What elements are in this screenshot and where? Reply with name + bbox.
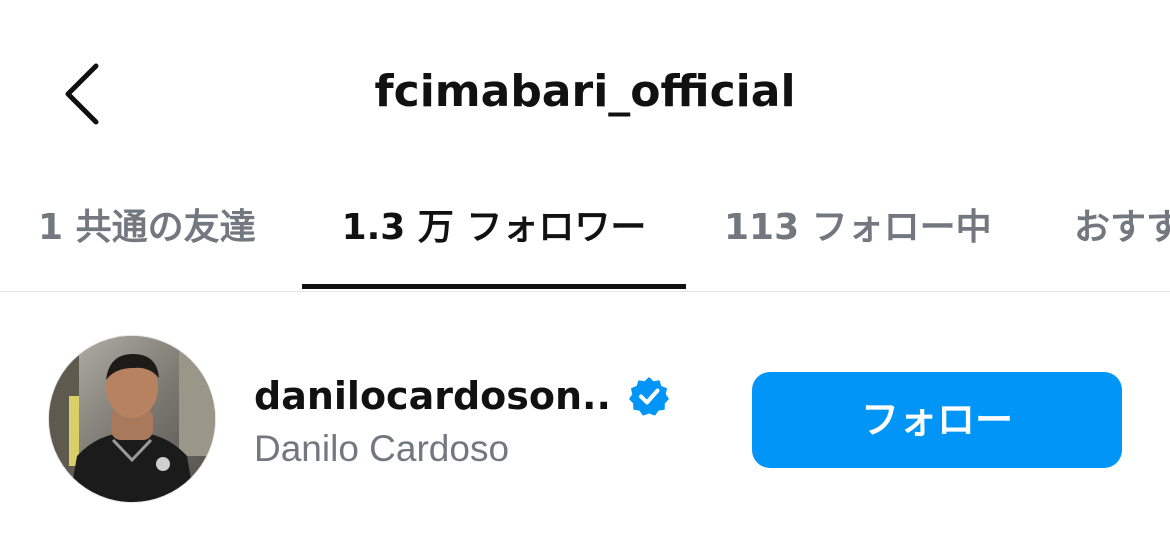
verified-badge-icon (629, 377, 669, 416)
top-bar: fcimabari_official (0, 0, 1170, 190)
avatar-photo (49, 336, 215, 502)
tab-followers[interactable]: 1.3 万 フォロワー (302, 190, 686, 290)
username[interactable]: danilocardoson... (254, 374, 614, 418)
tab-suggested[interactable]: おすす (1074, 190, 1170, 290)
full-name: Danilo Cardoso (254, 428, 510, 469)
page-title: fcimabari_official (374, 66, 796, 117)
avatar[interactable] (49, 336, 215, 502)
profile-tabs: 1 共通の友達 1.3 万 フォロワー 113 フォロー中 おすす (0, 190, 1170, 290)
tab-mutual-friends[interactable]: 1 共通の友達 (38, 190, 256, 290)
active-tab-indicator (302, 284, 686, 289)
list-item[interactable]: danilocardoson... Danilo Cardoso フォロー (0, 336, 1170, 506)
divider (0, 291, 1170, 292)
tab-following[interactable]: 113 フォロー中 (724, 190, 992, 290)
username-line: danilocardoson... (254, 370, 670, 422)
follow-button[interactable]: フォロー (752, 372, 1122, 468)
